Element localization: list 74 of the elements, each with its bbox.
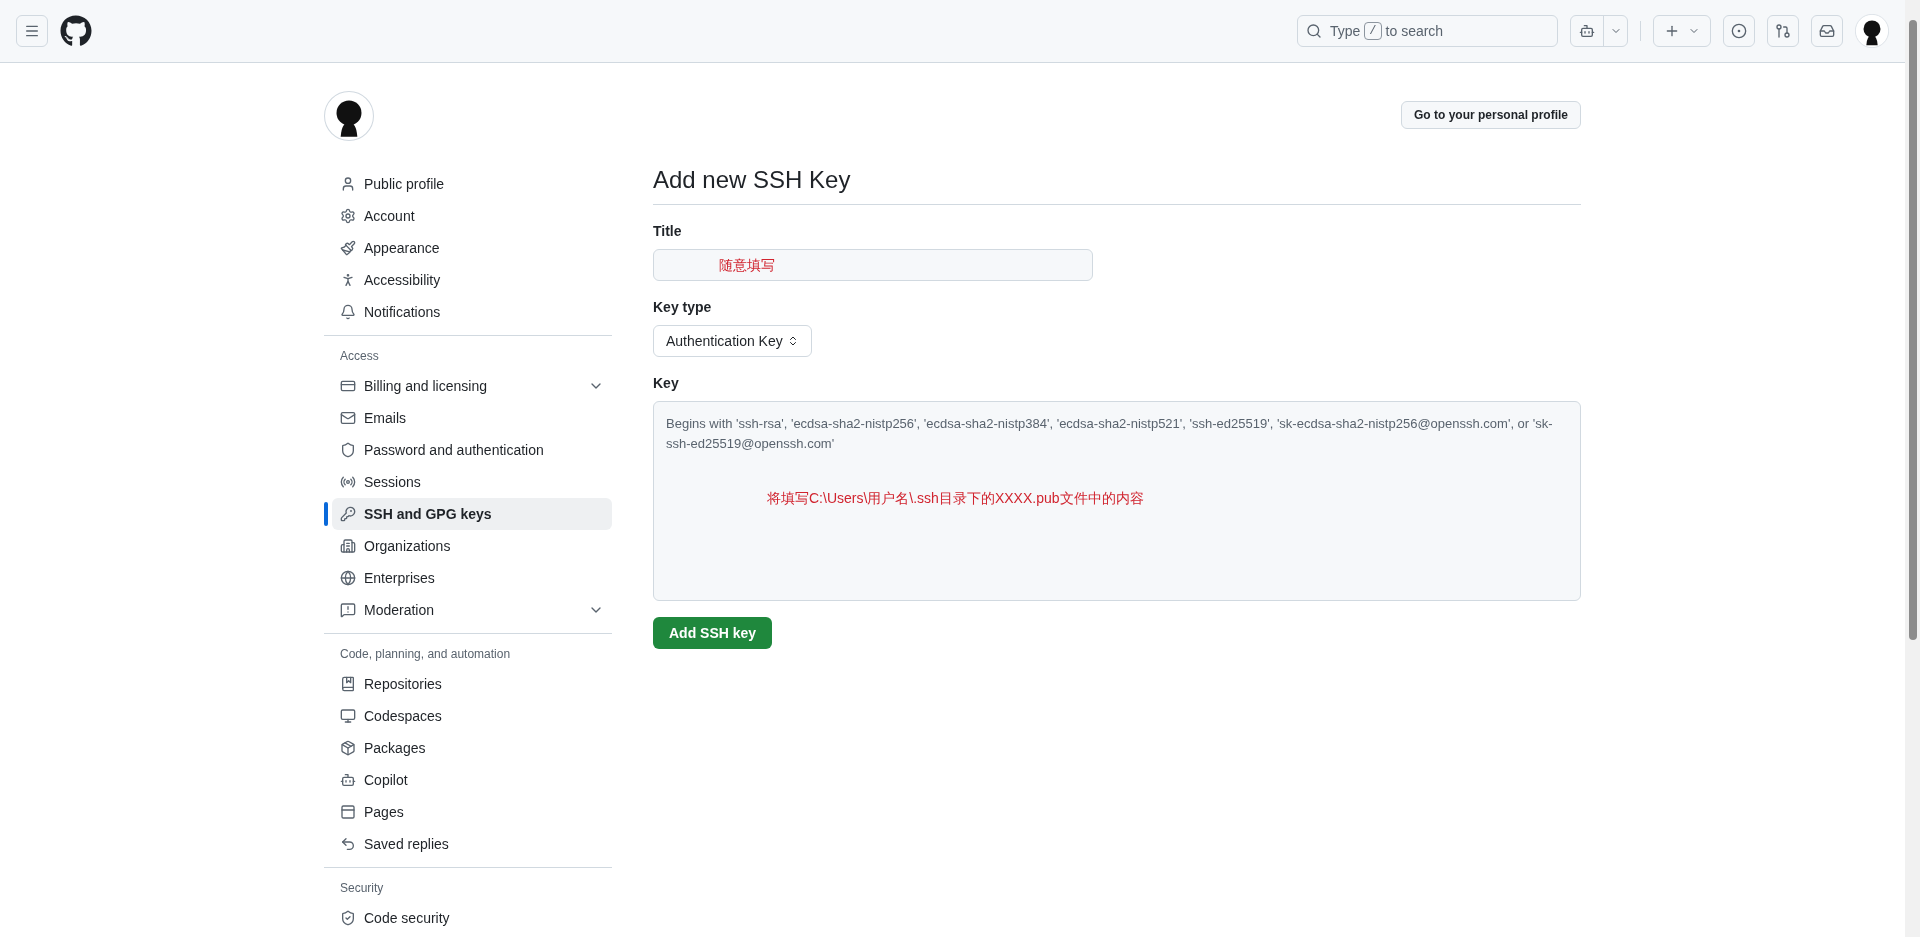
sidebar-item[interactable]: Pages xyxy=(332,796,612,828)
sidebar-item[interactable]: Emails xyxy=(332,402,612,434)
person-icon xyxy=(340,176,356,192)
report-icon xyxy=(340,602,356,618)
package-icon xyxy=(340,740,356,756)
personal-profile-button[interactable]: Go to your personal profile xyxy=(1401,101,1581,129)
key-field[interactable] xyxy=(653,401,1581,601)
annotation-text: 随意填写 xyxy=(719,256,775,275)
shield-icon xyxy=(340,442,356,458)
title-field[interactable]: 随意填写 xyxy=(653,249,1093,281)
shortcut-key: / xyxy=(1364,22,1382,40)
field-label: Title xyxy=(653,222,683,241)
globe-icon xyxy=(340,570,356,586)
section-heading: Access xyxy=(339,348,380,365)
browser-icon xyxy=(340,804,356,820)
card-icon xyxy=(340,378,356,394)
section-heading: Code, planning, and automation xyxy=(339,646,512,663)
add-ssh-key-button[interactable]: Add SSH key xyxy=(653,617,773,649)
sidebar-item[interactable]: Account xyxy=(332,200,612,232)
plus-icon xyxy=(1664,23,1680,39)
accessibility-icon xyxy=(340,272,356,288)
copilot-icon xyxy=(340,772,356,788)
sidebar-item[interactable]: Organizations xyxy=(332,530,612,562)
page-heading: Add new SSH Key xyxy=(653,164,1581,205)
sidebar-item[interactable]: Billing and licensing xyxy=(332,370,612,402)
logo-icon[interactable] xyxy=(60,15,92,47)
scrollbar[interactable] xyxy=(1905,0,1920,937)
inbox-button[interactable] xyxy=(1811,15,1843,47)
search-hint: to search xyxy=(1385,22,1444,41)
sidebar-item[interactable]: Moderation xyxy=(332,594,612,626)
sidebar-item[interactable]: Accessibility xyxy=(332,264,612,296)
paintbrush-icon xyxy=(340,240,356,256)
repository-icon xyxy=(340,676,356,692)
key-type-select[interactable]: Authentication Key xyxy=(653,325,812,357)
pull-request-icon xyxy=(1775,23,1791,39)
sidebar-item[interactable]: Notifications xyxy=(332,296,612,328)
search-icon xyxy=(1306,23,1322,39)
broadcast-icon xyxy=(340,474,356,490)
sidebar-item[interactable]: Code security xyxy=(332,902,612,934)
issues-button[interactable] xyxy=(1723,15,1755,47)
sidebar-item[interactable]: Repositories xyxy=(332,668,612,700)
key-icon xyxy=(340,506,356,522)
menu-button[interactable] xyxy=(16,15,48,47)
sidebar-item[interactable]: SSH and GPG keys xyxy=(332,498,612,530)
pull-requests-button[interactable] xyxy=(1767,15,1799,47)
mail-icon xyxy=(340,410,356,426)
field-label: Key xyxy=(653,374,680,393)
sidebar-item[interactable]: Public profile xyxy=(332,168,612,200)
gear-icon xyxy=(340,208,356,224)
placeholder-text: Begins with 'ssh-rsa', 'ecdsa-sha2-nistp256', 'ecdsa-sha2-nistp384', 'ecdsa-sha2-nistp521', 'ssh-ed25519', 'sk-ecdsa-sha2-nistp256@openssh.com', or 'sk-ssh-ed25519@openssh.com' xyxy=(666,415,1554,453)
annotation-text: 将填写C:\Users\用户名\.ssh目录下的XXXX.pub文件中的内容 xyxy=(767,489,1144,508)
sidebar-item[interactable]: Codespaces xyxy=(332,700,612,732)
sidebar-item[interactable]: Password and authentication xyxy=(332,434,612,466)
inbox-icon xyxy=(1819,23,1835,39)
search-hint: Type xyxy=(1330,22,1361,41)
sidebar-item[interactable]: Packages xyxy=(332,732,612,764)
reply-icon xyxy=(340,836,356,852)
avatar[interactable] xyxy=(324,91,374,141)
search-field[interactable]: Type / to search xyxy=(1297,15,1558,47)
sidebar-item[interactable]: Appearance xyxy=(332,232,612,264)
sidebar-item[interactable]: Copilot xyxy=(332,764,612,796)
building-icon xyxy=(340,538,356,554)
sidebar-item[interactable]: Sessions xyxy=(332,466,612,498)
section-heading: Security xyxy=(339,880,385,897)
selection-bar xyxy=(324,502,328,526)
bell-icon xyxy=(340,304,356,320)
menu-icon xyxy=(24,23,40,39)
sidebar-item[interactable]: Enterprises xyxy=(332,562,612,594)
avatar[interactable] xyxy=(1855,14,1889,48)
field-label: Key type xyxy=(653,298,713,317)
copilot-icon xyxy=(1579,23,1595,39)
issue-icon xyxy=(1731,23,1747,39)
sidebar-item[interactable]: Saved replies xyxy=(332,828,612,860)
shield-icon xyxy=(340,910,356,926)
